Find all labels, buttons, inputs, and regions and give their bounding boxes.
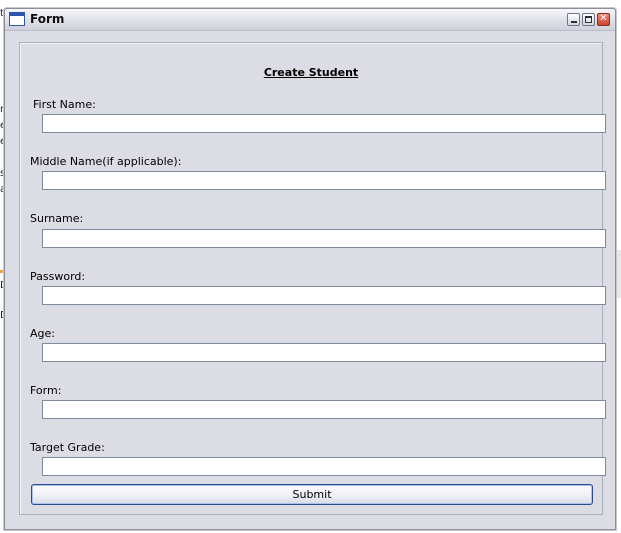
form-class-field[interactable] bbox=[42, 400, 606, 419]
password-label: Password: bbox=[30, 270, 86, 283]
maximize-button[interactable] bbox=[582, 13, 595, 26]
form-window: Form ✕ Create Student First Name: Middle… bbox=[4, 8, 616, 530]
window-client-area: Create Student First Name: Middle Name(i… bbox=[8, 33, 612, 527]
target-grade-field[interactable] bbox=[42, 457, 606, 476]
close-button[interactable]: ✕ bbox=[597, 13, 610, 26]
first-name-field[interactable] bbox=[42, 114, 606, 133]
maximize-icon bbox=[585, 16, 592, 23]
minimize-button[interactable] bbox=[567, 13, 580, 26]
window-title: Form bbox=[30, 12, 65, 26]
surname-label: Surname: bbox=[30, 212, 84, 225]
form-heading: Create Student bbox=[263, 66, 359, 79]
age-label: Age: bbox=[30, 327, 55, 340]
middle-name-label: Middle Name(if applicable): bbox=[30, 155, 182, 168]
age-field[interactable] bbox=[42, 343, 606, 362]
password-field[interactable] bbox=[42, 286, 606, 305]
minimize-icon bbox=[571, 21, 577, 23]
form-group-box: Create Student First Name: Middle Name(i… bbox=[19, 42, 606, 515]
surname-field[interactable] bbox=[42, 229, 606, 248]
target-grade-label: Target Grade: bbox=[30, 441, 105, 454]
form-class-label: Form: bbox=[30, 384, 62, 397]
window-app-icon bbox=[9, 12, 25, 26]
first-name-label: First Name: bbox=[33, 98, 96, 111]
title-bar[interactable]: Form ✕ bbox=[5, 9, 615, 31]
middle-name-field[interactable] bbox=[42, 171, 606, 190]
background-window-edge bbox=[616, 250, 621, 298]
submit-button[interactable]: Submit bbox=[31, 484, 593, 505]
close-icon: ✕ bbox=[599, 13, 608, 24]
